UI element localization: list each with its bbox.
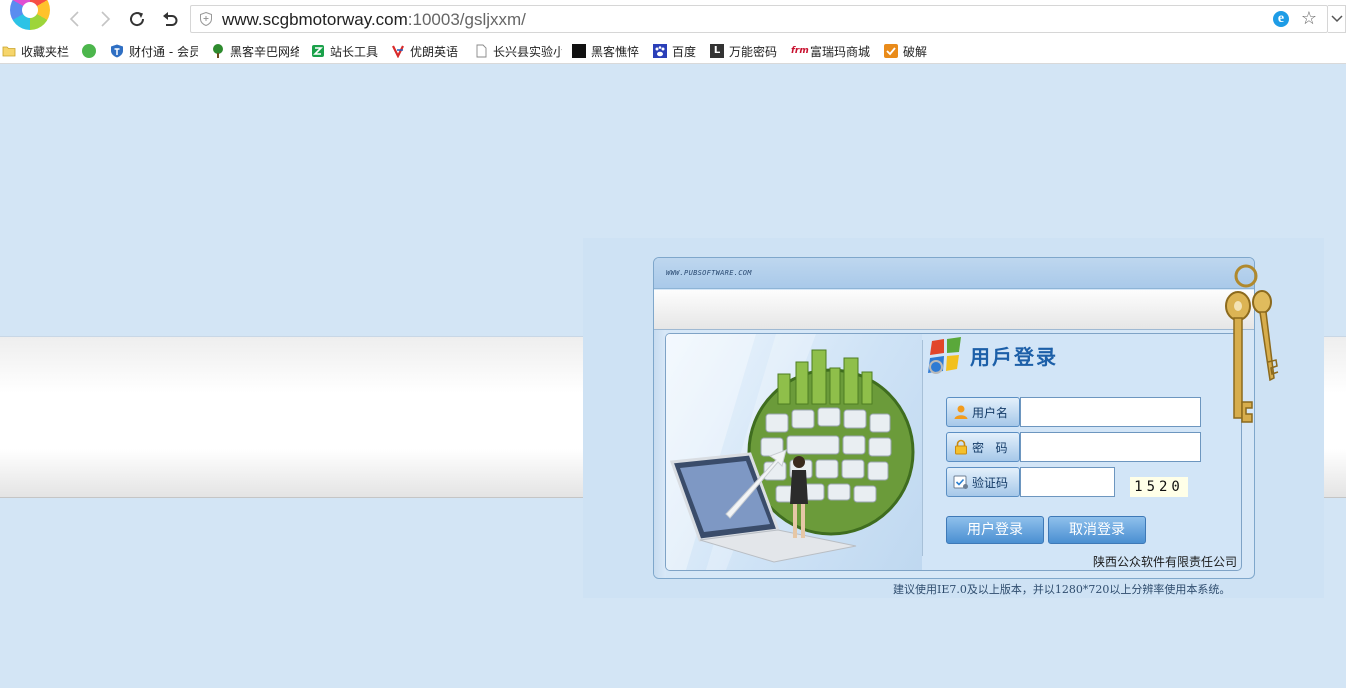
bookmark-universal-password[interactable]: L 万能密码: [710, 41, 782, 61]
reload-icon[interactable]: [126, 8, 148, 30]
golden-keys-icon: [1225, 264, 1279, 423]
bookmark-chinaz[interactable]: 站长工具: [311, 41, 381, 61]
password-label: 密 码: [946, 432, 1020, 462]
chevron-down-icon[interactable]: [1328, 5, 1346, 33]
captcha-input[interactable]: [1020, 467, 1115, 497]
username-input[interactable]: [1020, 397, 1201, 427]
company-name: 陕西公众软件有限责任公司: [1093, 555, 1238, 569]
shield-icon[interactable]: [200, 12, 212, 26]
tree-icon: [213, 44, 223, 58]
letter-l-icon: L: [710, 44, 724, 58]
bookmark-tenpay[interactable]: 财付通 - 会员: [110, 41, 198, 61]
chinaz-icon: [312, 45, 324, 57]
forward-arrow-icon[interactable]: [94, 8, 116, 30]
username-label: 用户名: [946, 397, 1020, 427]
globe-laptop-illustration: [666, 334, 922, 570]
lock-icon: [955, 439, 967, 455]
user-icon: [954, 405, 968, 419]
bookmarks-bar: 收藏夹栏 财付通 - 会员 黑客辛巴网络 站长工具 优朗英语 长兴县实验小 黑客…: [0, 38, 1346, 64]
folder-icon: [2, 46, 16, 57]
bookmark-hacker-qiaocui[interactable]: 黑客憔悴: [572, 41, 644, 61]
star-icon[interactable]: ☆: [1301, 7, 1317, 31]
bookmark-360[interactable]: [82, 41, 102, 61]
browser-notice: 建议使用IE7.0及以上版本，并以1280*720以上分辨率使用本系统。: [893, 583, 1231, 596]
frm-icon: frm: [791, 46, 809, 56]
browser-toolbar: www.scgbmotorway.com:10003/gsljxxm/ e ☆: [0, 0, 1346, 38]
bookmark-furuima-mall[interactable]: frm 富瑞玛商城: [791, 41, 875, 61]
captcha-image[interactable]: 1520: [1130, 477, 1188, 497]
header-site-text: WWW.PUBSOFTWARE.COM: [666, 269, 752, 277]
baidu-paw-icon: [653, 44, 667, 58]
back-arrow-icon[interactable]: [64, 8, 86, 30]
frame-strip: [654, 290, 1254, 330]
bookmark-changxing-school[interactable]: 长兴县实验小: [474, 41, 562, 61]
password-input[interactable]: [1020, 432, 1201, 462]
bookmark-baidu[interactable]: 百度: [653, 41, 701, 61]
login-button[interactable]: 用户登录: [946, 516, 1044, 544]
cancel-button[interactable]: 取消登录: [1048, 516, 1146, 544]
verify-code-icon: [953, 475, 968, 489]
url-text[interactable]: www.scgbmotorway.com:10003/gsljxxm/: [222, 10, 526, 30]
bookmark-hacker-xinba[interactable]: 黑客辛巴网络: [211, 41, 299, 61]
bookmark-crack[interactable]: 破解: [884, 41, 934, 61]
bookmark-youlang[interactable]: 优朗英语: [391, 41, 463, 61]
shield-blue-icon: [111, 44, 123, 58]
captcha-label: 验证码: [946, 467, 1020, 497]
undo-icon[interactable]: [159, 8, 181, 30]
page-icon: [476, 44, 487, 58]
youlang-icon: [392, 45, 404, 58]
bookmark-favorites-bar[interactable]: 收藏夹栏: [2, 41, 76, 61]
orange-check-icon: [884, 44, 898, 58]
browser-logo-icon[interactable]: [4, 0, 50, 32]
ie-mode-icon[interactable]: e: [1273, 11, 1289, 27]
black-square-icon: [572, 44, 586, 58]
login-title: 用戶登录: [970, 345, 1058, 369]
windows-key-logo-icon: [928, 337, 961, 374]
address-bar[interactable]: www.scgbmotorway.com:10003/gsljxxm/ e ☆: [190, 5, 1328, 33]
360-green-e-icon: [82, 44, 96, 58]
frame-header: WWW.PUBSOFTWARE.COM: [654, 258, 1254, 289]
